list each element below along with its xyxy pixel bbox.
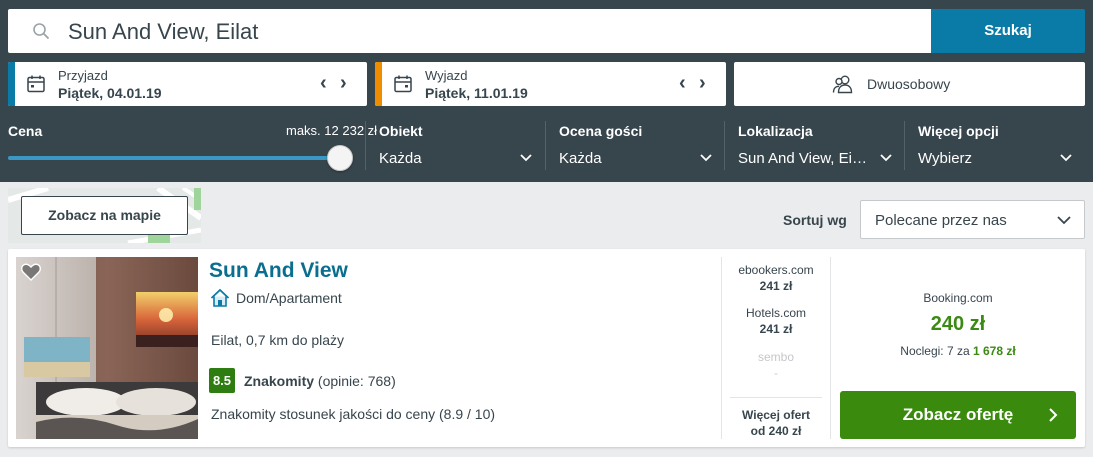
checkout-accent bbox=[375, 62, 382, 106]
checkin-accent bbox=[8, 62, 15, 106]
chevron-right-icon[interactable]: › bbox=[340, 72, 347, 94]
value-for-money-note: Znakomity stosunek jakości do ceny (8.9 … bbox=[211, 406, 496, 422]
price-max-label: maks. 12 232 zł bbox=[286, 123, 378, 138]
checkin-value: Piątek, 04.01.19 bbox=[58, 85, 162, 101]
chevron-down-icon[interactable] bbox=[699, 150, 713, 166]
provider-offer[interactable]: ebookers.com 241 zł bbox=[722, 263, 830, 293]
more-options-filter-value[interactable]: Wybierz bbox=[918, 150, 972, 167]
show-map-button[interactable]: Zobacz na mapie bbox=[21, 196, 188, 235]
search-input[interactable]: Sun And View, Eilat bbox=[8, 9, 931, 53]
favorite-heart-icon[interactable] bbox=[20, 261, 42, 283]
search-icon bbox=[33, 23, 50, 40]
deal-nights-total: Noclegi: 7 za 1 678 zł bbox=[832, 344, 1084, 358]
checkin-label: Przyjazd bbox=[58, 68, 108, 83]
room-type-selector[interactable]: Dwuosobowy bbox=[734, 62, 1085, 106]
provider-name: Hotels.com bbox=[745, 306, 807, 320]
rating-summary: Znakomity (opinie: 768) bbox=[244, 373, 396, 389]
chevron-down-icon[interactable] bbox=[519, 150, 533, 166]
search-button[interactable]: Szukaj bbox=[931, 9, 1085, 53]
checkout-label: Wyjazd bbox=[425, 68, 468, 83]
accommodation-type: Dom/Apartament bbox=[236, 290, 342, 306]
checkout-date-field[interactable]: Wyjazd Piątek, 11.01.19 ‹ › bbox=[375, 62, 726, 106]
price-slider-handle[interactable] bbox=[327, 145, 353, 171]
chevron-down-icon[interactable] bbox=[879, 150, 893, 166]
more-options-filter-title: Więcej opcji bbox=[918, 123, 999, 139]
checkout-arrows: ‹ › bbox=[675, 72, 715, 96]
provider-price: 241 zł bbox=[759, 279, 793, 293]
view-deal-label: Zobacz ofertę bbox=[902, 405, 1014, 424]
hotel-name-link[interactable]: Sun And View bbox=[209, 259, 348, 283]
location-filter-value[interactable]: Sun And View, Ei… bbox=[738, 150, 867, 167]
provider-name: ebookers.com bbox=[738, 263, 814, 277]
room-type-label: Dwuosobowy bbox=[867, 76, 951, 92]
hotel-location: Eilat, 0,7 km do plaży bbox=[211, 332, 345, 348]
sort-select[interactable]: Polecane przez nas bbox=[860, 200, 1085, 239]
deal-provider-name: Booking.com bbox=[923, 291, 993, 305]
chevron-right-icon[interactable]: › bbox=[699, 72, 706, 94]
hotel-photo-image bbox=[16, 257, 198, 439]
calendar-icon bbox=[394, 75, 412, 93]
chevron-right-icon bbox=[1049, 408, 1058, 422]
chevron-left-icon[interactable]: ‹ bbox=[320, 72, 327, 94]
filter-divider bbox=[365, 121, 366, 170]
rating-score-badge: 8.5 bbox=[209, 368, 235, 393]
hotel-photo[interactable] bbox=[16, 257, 198, 439]
location-filter-title: Lokalizacja bbox=[738, 123, 813, 139]
filter-divider bbox=[724, 121, 725, 170]
provider-price: - bbox=[774, 366, 778, 380]
search-value: Sun And View, Eilat bbox=[68, 19, 259, 44]
checkout-value: Piątek, 11.01.19 bbox=[425, 85, 528, 101]
guests-icon bbox=[832, 75, 853, 94]
hotel-result-card: Sun And View Dom/Apartament Eilat, 0,7 k… bbox=[8, 249, 1085, 447]
chevron-down-icon[interactable] bbox=[1059, 150, 1073, 166]
checkin-date-field[interactable]: Przyjazd Piątek, 04.01.19 ‹ › bbox=[8, 62, 367, 106]
guest-rating-filter-value[interactable]: Każda bbox=[559, 150, 602, 167]
chevron-down-icon bbox=[1057, 216, 1071, 225]
provider-price: 241 zł bbox=[759, 322, 793, 336]
calendar-icon bbox=[27, 75, 45, 93]
guest-rating-filter-title: Ocena gości bbox=[559, 123, 643, 139]
more-offers-line1: Więcej ofert bbox=[742, 408, 810, 422]
provider-offer[interactable]: Hotels.com 241 zł bbox=[722, 306, 830, 336]
nights-prefix: Noclegi: 7 za bbox=[900, 344, 970, 358]
sort-label: Sortuj wg bbox=[783, 212, 847, 228]
chevron-left-icon[interactable]: ‹ bbox=[679, 72, 686, 94]
more-offers-link[interactable]: Więcej ofert od 240 zł bbox=[722, 407, 830, 439]
provider-divider bbox=[730, 397, 822, 398]
more-offers-line2: od 240 zł bbox=[750, 424, 802, 438]
price-filter-title: Cena bbox=[8, 123, 43, 139]
provider-offer: sembo - bbox=[722, 350, 830, 380]
filter-divider bbox=[904, 121, 905, 170]
provider-price-list: ebookers.com 241 zł Hotels.com 241 zł se… bbox=[721, 257, 831, 439]
property-filter-value[interactable]: Każda bbox=[379, 150, 422, 167]
sort-value: Polecane przez nas bbox=[875, 212, 1007, 229]
deal-price[interactable]: 240 zł bbox=[832, 313, 1084, 336]
checkin-arrows: ‹ › bbox=[316, 72, 356, 96]
price-slider-track[interactable] bbox=[8, 156, 338, 160]
view-deal-button[interactable]: Zobacz ofertę bbox=[840, 391, 1076, 439]
rating-count: (opinie: 768) bbox=[317, 373, 396, 389]
property-filter-title: Obiekt bbox=[379, 123, 423, 139]
filter-divider bbox=[545, 121, 546, 170]
provider-name: sembo bbox=[757, 350, 795, 364]
nights-total: 1 678 zł bbox=[973, 344, 1016, 358]
rating-label: Znakomity bbox=[244, 373, 315, 389]
house-icon bbox=[210, 288, 230, 307]
